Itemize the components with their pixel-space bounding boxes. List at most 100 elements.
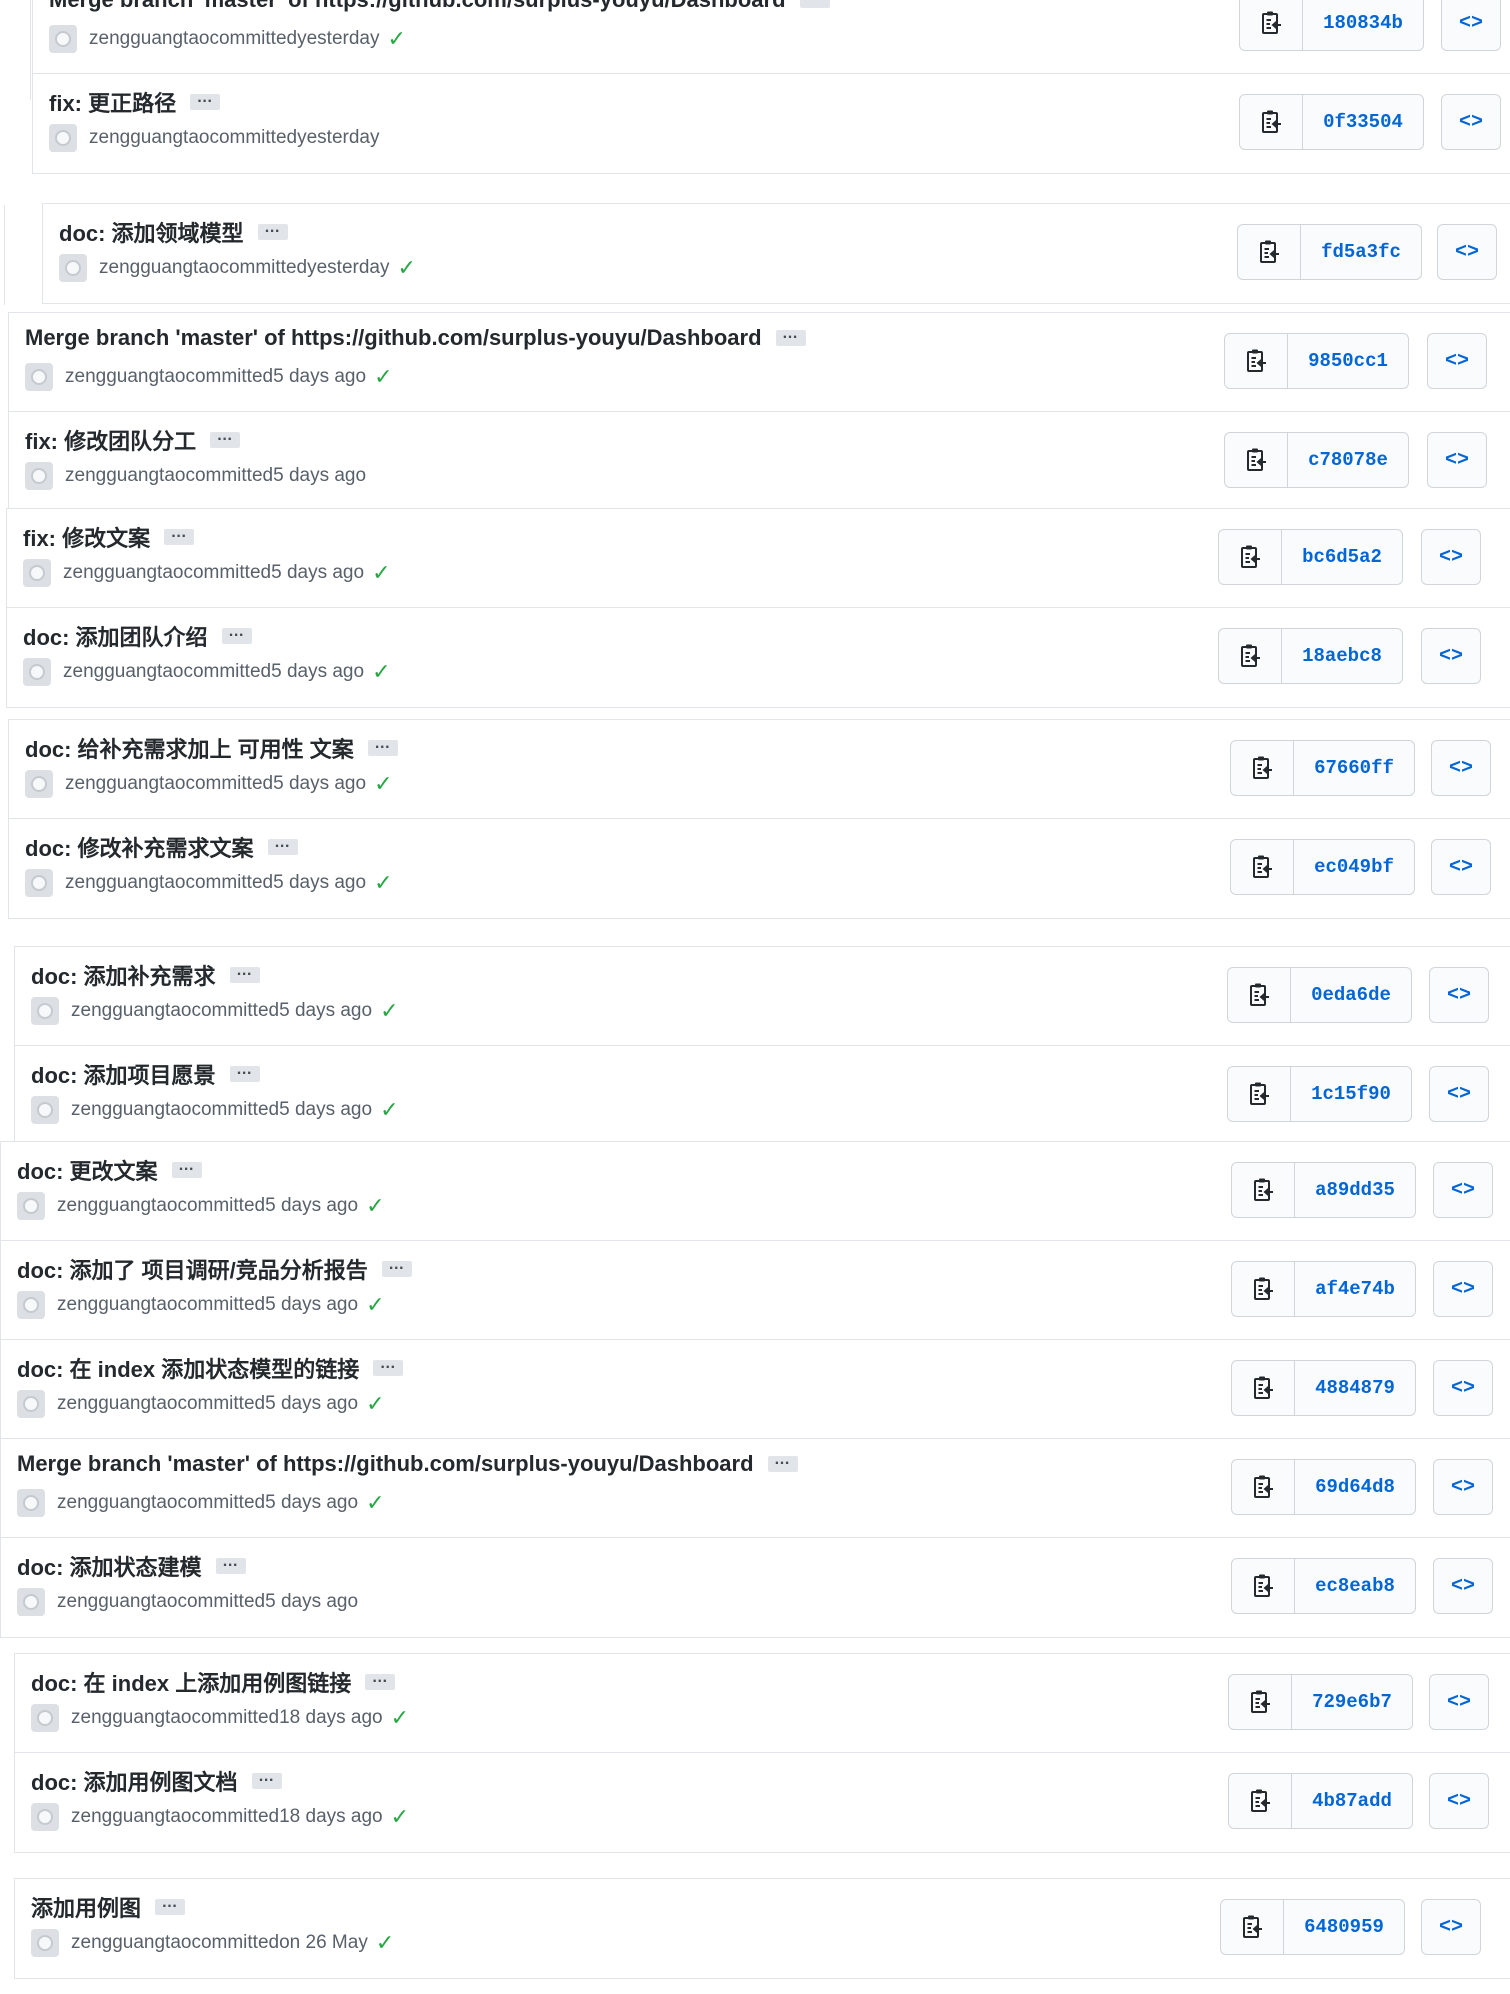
clipboard-icon[interactable] — [1232, 1163, 1295, 1217]
commit-author[interactable]: zengguangtao — [71, 1707, 191, 1729]
commit-author[interactable]: zengguangtao — [65, 773, 185, 795]
commit-sha-link[interactable]: c78078e — [1288, 433, 1408, 487]
expand-ellipsis-button[interactable]: … — [767, 1452, 798, 1472]
expand-ellipsis-button[interactable]: … — [210, 428, 241, 448]
avatar-icon[interactable] — [17, 1390, 45, 1418]
commit-sha-link[interactable]: ec8eab8 — [1295, 1559, 1415, 1613]
commit-sha-link[interactable]: ec049bf — [1294, 840, 1414, 894]
expand-ellipsis-button[interactable]: … — [229, 963, 260, 983]
avatar-icon[interactable] — [31, 1704, 59, 1732]
avatar-icon[interactable] — [25, 770, 53, 798]
commit-author[interactable]: zengguangtao — [71, 1806, 191, 1828]
commit-sha-link[interactable]: 18aebc8 — [1282, 629, 1402, 683]
expand-ellipsis-button[interactable]: … — [267, 835, 298, 855]
commit-sha-link[interactable]: 69d64d8 — [1295, 1460, 1415, 1514]
browse-code-button[interactable]: <> — [1429, 1773, 1489, 1829]
check-icon[interactable]: ✓ — [380, 1097, 398, 1123]
expand-ellipsis-button[interactable]: … — [221, 624, 252, 644]
check-icon[interactable]: ✓ — [366, 1490, 384, 1516]
commit-sha-link[interactable]: 4b87add — [1292, 1774, 1412, 1828]
clipboard-icon[interactable] — [1232, 1262, 1295, 1316]
expand-ellipsis-button[interactable]: … — [799, 0, 830, 8]
commit-sha-link[interactable]: fd5a3fc — [1301, 225, 1421, 279]
commit-sha-link[interactable]: 0f33504 — [1303, 95, 1423, 149]
commit-sha-link[interactable]: 729e6b7 — [1292, 1675, 1412, 1729]
check-icon[interactable]: ✓ — [372, 560, 390, 586]
commit-title-link[interactable]: doc: 给补充需求加上 可用性 文案 — [25, 732, 354, 764]
avatar-icon[interactable] — [17, 1192, 45, 1220]
commit-sha-link[interactable]: 67660ff — [1294, 741, 1414, 795]
check-icon[interactable]: ✓ — [374, 870, 392, 896]
commit-title-link[interactable]: doc: 添加领域模型 — [59, 216, 244, 248]
commit-sha-link[interactable]: bc6d5a2 — [1282, 530, 1402, 584]
avatar-icon[interactable] — [23, 658, 51, 686]
commit-author[interactable]: zengguangtao — [89, 127, 209, 149]
clipboard-icon[interactable] — [1219, 530, 1282, 584]
browse-code-button[interactable]: <> — [1433, 1162, 1493, 1218]
commit-title-link[interactable]: Merge branch 'master' of https://github.… — [25, 325, 762, 351]
clipboard-icon[interactable] — [1232, 1361, 1295, 1415]
commit-author[interactable]: zengguangtao — [63, 661, 183, 683]
browse-code-button[interactable]: <> — [1433, 1360, 1493, 1416]
avatar-icon[interactable] — [25, 462, 53, 490]
avatar-icon[interactable] — [25, 363, 53, 391]
clipboard-icon[interactable] — [1228, 1067, 1291, 1121]
commit-author[interactable]: zengguangtao — [89, 28, 209, 50]
commit-author[interactable]: zengguangtao — [65, 366, 185, 388]
clipboard-icon[interactable] — [1225, 433, 1288, 487]
check-icon[interactable]: ✓ — [374, 364, 392, 390]
avatar-icon[interactable] — [49, 124, 77, 152]
browse-code-button[interactable]: <> — [1427, 333, 1487, 389]
expand-ellipsis-button[interactable]: … — [365, 1670, 396, 1690]
commit-title-link[interactable]: 添加用例图 — [31, 1891, 141, 1923]
check-icon[interactable]: ✓ — [391, 1804, 409, 1830]
check-icon[interactable]: ✓ — [397, 255, 415, 281]
commit-title-link[interactable]: doc: 添加用例图文档 — [31, 1765, 238, 1797]
check-icon[interactable]: ✓ — [366, 1391, 384, 1417]
expand-ellipsis-button[interactable]: … — [257, 220, 288, 240]
avatar-icon[interactable] — [31, 1929, 59, 1957]
check-icon[interactable]: ✓ — [366, 1193, 384, 1219]
clipboard-icon[interactable] — [1238, 225, 1301, 279]
commit-author[interactable]: zengguangtao — [57, 1591, 177, 1613]
expand-ellipsis-button[interactable]: … — [190, 90, 221, 110]
browse-code-button[interactable]: <> — [1441, 94, 1501, 150]
commit-author[interactable]: zengguangtao — [65, 872, 185, 894]
commit-author[interactable]: zengguangtao — [71, 1932, 191, 1954]
commit-title-link[interactable]: Merge branch 'master' of https://github.… — [17, 1451, 754, 1477]
commit-title-link[interactable]: doc: 修改补充需求文案 — [25, 831, 254, 863]
commit-sha-link[interactable]: a89dd35 — [1295, 1163, 1415, 1217]
commit-sha-link[interactable]: 0eda6de — [1291, 968, 1411, 1022]
commit-sha-link[interactable]: af4e74b — [1295, 1262, 1415, 1316]
avatar-icon[interactable] — [49, 25, 77, 53]
avatar-icon[interactable] — [31, 1096, 59, 1124]
commit-title-link[interactable]: fix: 更正路径 — [49, 86, 176, 118]
avatar-icon[interactable] — [17, 1291, 45, 1319]
expand-ellipsis-button[interactable]: … — [381, 1257, 412, 1277]
expand-ellipsis-button[interactable]: … — [164, 525, 195, 545]
browse-code-button[interactable]: <> — [1421, 628, 1481, 684]
commit-author[interactable]: zengguangtao — [57, 1294, 177, 1316]
commit-title-link[interactable]: doc: 添加补充需求 — [31, 959, 216, 991]
browse-code-button[interactable]: <> — [1441, 0, 1501, 51]
expand-ellipsis-button[interactable]: … — [229, 1062, 260, 1082]
clipboard-icon[interactable] — [1229, 1675, 1292, 1729]
check-icon[interactable]: ✓ — [391, 1705, 409, 1731]
commit-author[interactable]: zengguangtao — [57, 1492, 177, 1514]
browse-code-button[interactable]: <> — [1437, 224, 1497, 280]
commit-author[interactable]: zengguangtao — [63, 562, 183, 584]
browse-code-button[interactable]: <> — [1421, 1899, 1481, 1955]
avatar-icon[interactable] — [31, 1803, 59, 1831]
browse-code-button[interactable]: <> — [1429, 967, 1489, 1023]
browse-code-button[interactable]: <> — [1429, 1674, 1489, 1730]
commit-title-link[interactable]: fix: 修改团队分工 — [25, 424, 196, 456]
check-icon[interactable]: ✓ — [372, 659, 390, 685]
clipboard-icon[interactable] — [1221, 1900, 1284, 1954]
clipboard-icon[interactable] — [1232, 1460, 1295, 1514]
commit-author[interactable]: zengguangtao — [57, 1393, 177, 1415]
commit-title-link[interactable]: Merge branch 'master' of https://github.… — [49, 0, 786, 13]
commit-title-link[interactable]: doc: 在 index 添加状态模型的链接 — [17, 1352, 359, 1384]
expand-ellipsis-button[interactable]: … — [373, 1356, 404, 1376]
check-icon[interactable]: ✓ — [380, 998, 398, 1024]
commit-sha-link[interactable]: 9850cc1 — [1288, 334, 1408, 388]
